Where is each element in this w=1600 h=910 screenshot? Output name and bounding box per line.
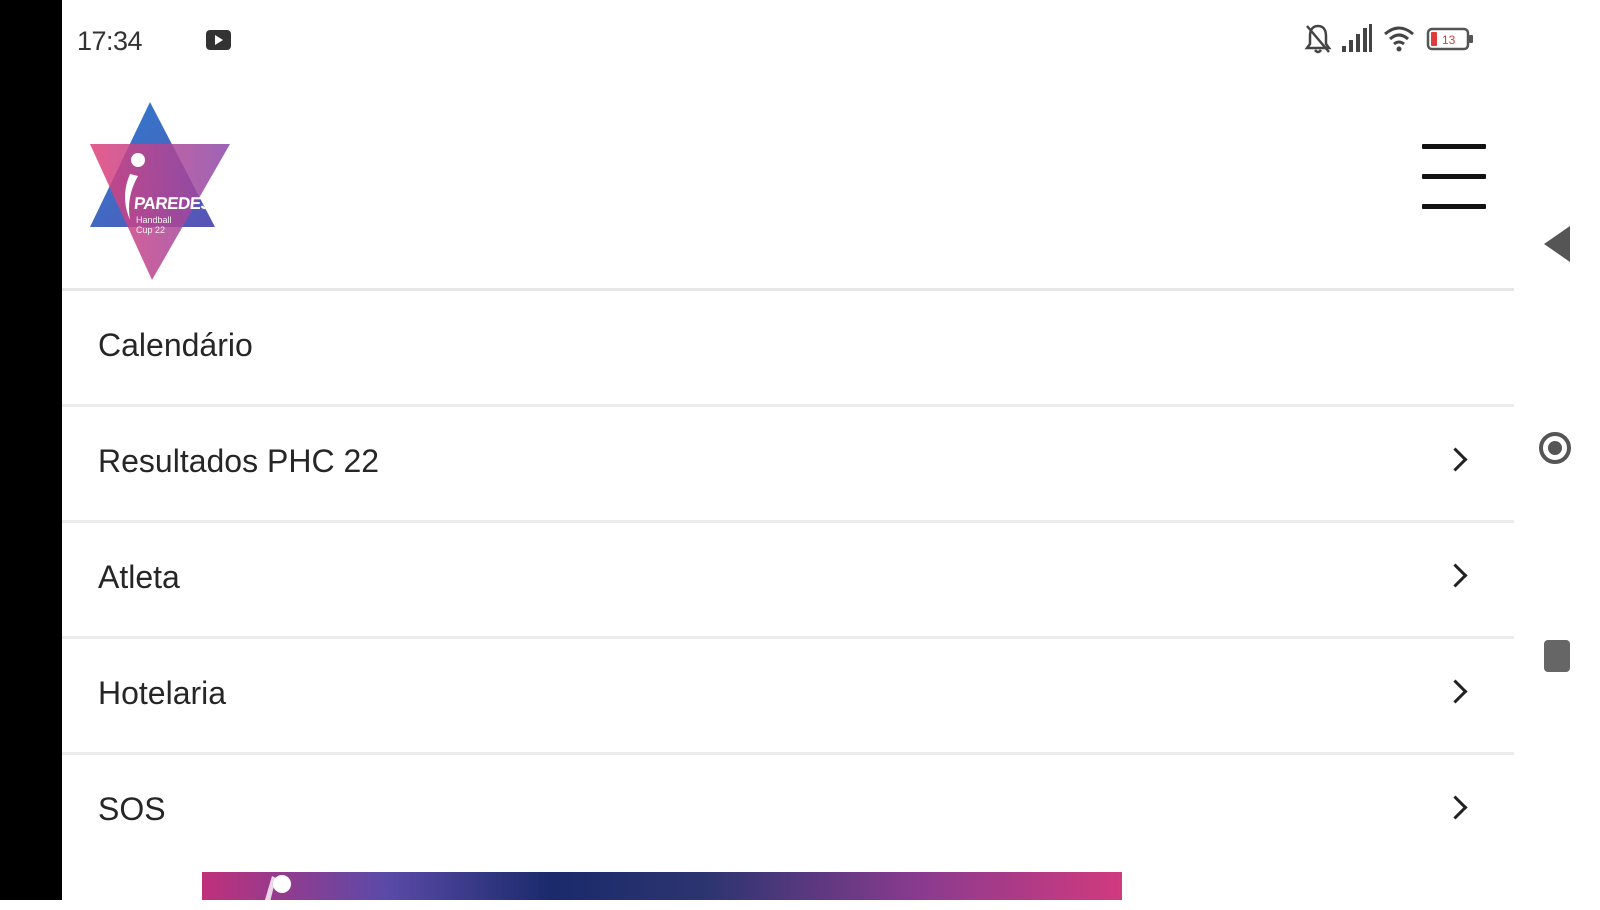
chevron-right-icon <box>1443 563 1468 588</box>
recents-icon[interactable] <box>1544 640 1570 672</box>
status-bar: 17:34 13 <box>62 0 1514 78</box>
menu-item-calendario[interactable]: Calendário <box>62 291 1514 407</box>
logo-star-icon <box>90 102 230 280</box>
device-bezel <box>0 0 62 900</box>
menu-item-label: Resultados PHC 22 <box>98 443 380 479</box>
menu-item-resultados[interactable]: Resultados PHC 22 <box>62 407 1514 523</box>
menu-item-sos[interactable]: SOS <box>62 755 1514 868</box>
chevron-right-icon <box>1443 679 1468 704</box>
status-time: 17:34 <box>77 26 143 56</box>
hamburger-menu-icon[interactable] <box>1422 144 1486 209</box>
menu-item-atleta[interactable]: Atleta <box>62 523 1514 639</box>
app-screen: 17:34 13 PAREDES Handball Cup 22 Calendá… <box>62 0 1514 910</box>
system-nav-bar <box>1514 0 1600 900</box>
chevron-right-icon <box>1443 795 1468 820</box>
menu-item-label: SOS <box>98 791 166 827</box>
media-notification-icon <box>206 30 231 50</box>
bell-off-icon <box>1304 24 1332 54</box>
menu-item-hotelaria[interactable]: Hotelaria <box>62 639 1514 755</box>
battery-icon: 13 <box>1426 27 1473 51</box>
main-menu: Calendário Resultados PHC 22 Atleta Hote… <box>62 291 1514 868</box>
paredes-handball-cup-logo[interactable]: PAREDES Handball Cup 22 <box>90 102 235 282</box>
app-header: PAREDES Handball Cup 22 <box>62 78 1514 291</box>
menu-item-label: Calendário <box>98 327 253 363</box>
battery-level: 13 <box>1442 33 1456 47</box>
logo-title: PAREDES <box>133 194 213 213</box>
signal-icon <box>1342 24 1372 52</box>
logo-subtitle: Handball Cup 22 <box>136 215 172 235</box>
menu-item-label: Atleta <box>98 559 180 595</box>
home-icon[interactable] <box>1539 432 1571 464</box>
back-icon[interactable] <box>1544 226 1570 262</box>
event-banner-image <box>202 872 1122 910</box>
menu-item-label: Hotelaria <box>98 675 227 711</box>
chevron-right-icon <box>1443 447 1468 472</box>
banner-athlete-mark <box>262 875 291 910</box>
wifi-icon <box>1384 26 1414 52</box>
